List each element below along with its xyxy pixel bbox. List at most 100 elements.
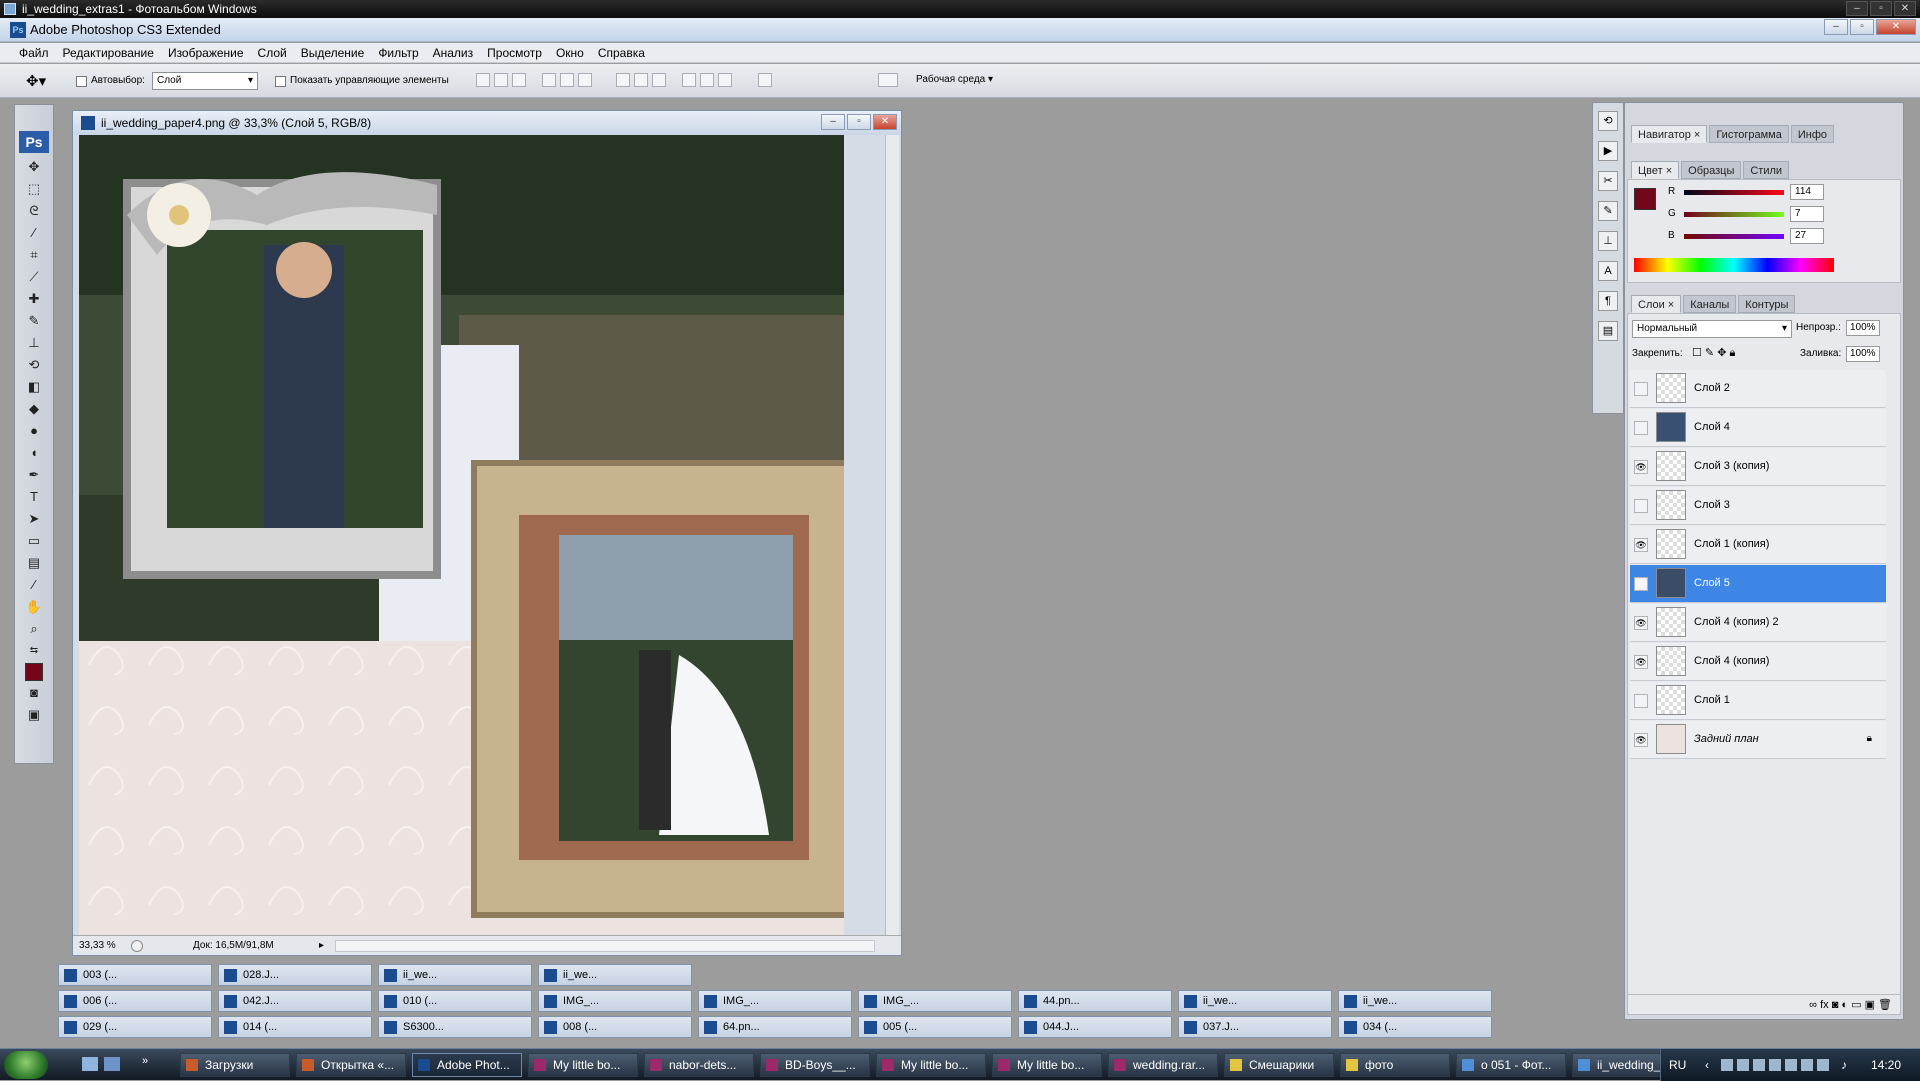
taskbar-item[interactable]: BD-Boys__... xyxy=(760,1053,870,1077)
tray-expand-icon[interactable]: ‹ xyxy=(1705,1049,1709,1081)
b-value[interactable]: 27 xyxy=(1790,228,1824,244)
dodge-tool-icon[interactable]: ◖ xyxy=(23,443,45,463)
lasso-tool-icon[interactable]: ᘓ xyxy=(23,201,45,221)
color-foreground-swatch[interactable] xyxy=(1634,188,1656,210)
healing-brush-icon[interactable]: ✚ xyxy=(23,289,45,309)
move-tool-icon[interactable]: ✥ xyxy=(23,157,45,177)
marquee-tool-icon[interactable]: ⬚ xyxy=(23,179,45,199)
os-close-button[interactable]: ✕ xyxy=(1894,1,1916,16)
quicklaunch-more-icon[interactable]: » xyxy=(142,1055,148,1067)
magic-wand-tool-icon[interactable]: ⁄ xyxy=(23,223,45,243)
opacity-input[interactable]: 100% xyxy=(1846,320,1880,336)
history-panel-icon[interactable]: ⟲ xyxy=(1598,111,1618,131)
zoom-level[interactable]: 33,33 % xyxy=(79,936,116,956)
new-layer-icon[interactable]: ▣ xyxy=(1865,999,1878,1011)
doc-tab[interactable]: 029 (... xyxy=(58,1016,212,1038)
tray-icons[interactable] xyxy=(1721,1059,1831,1071)
align-left-icon[interactable] xyxy=(542,73,556,87)
align-hcenter-icon[interactable] xyxy=(560,73,574,87)
taskbar-item[interactable]: wedding.rar... xyxy=(1108,1053,1218,1077)
swap-colors-icon[interactable]: ⇆ xyxy=(23,641,45,661)
taskbar-item[interactable]: Загрузки xyxy=(180,1053,290,1077)
clone-stamp-icon[interactable]: ⊥ xyxy=(23,333,45,353)
doc-tab[interactable]: 014 (... xyxy=(218,1016,372,1038)
tool-presets-icon[interactable]: ✂ xyxy=(1598,171,1618,191)
doc-tab[interactable]: 042.J... xyxy=(218,990,372,1012)
zoom-tool-icon[interactable]: ⌕ xyxy=(23,619,45,639)
distribute-top-icon[interactable] xyxy=(616,73,630,87)
layer-row[interactable]: Слой 4 xyxy=(1630,409,1886,447)
tab-histogram[interactable]: Гистограмма xyxy=(1709,125,1789,143)
actions-panel-icon[interactable]: ▶ xyxy=(1598,141,1618,161)
taskbar-item[interactable]: о 051 - Фот... xyxy=(1456,1053,1566,1077)
distribute-vcenter-icon[interactable] xyxy=(634,73,648,87)
adjustment-layer-icon[interactable]: ◐ xyxy=(1841,999,1851,1011)
eye-icon[interactable]: 👁︎ xyxy=(1634,733,1648,747)
app-close-button[interactable]: ✕ xyxy=(1876,19,1916,35)
delete-layer-icon[interactable]: 🗑︎ xyxy=(1878,999,1892,1011)
menu-image[interactable]: Изображение xyxy=(161,46,251,60)
os-minimize-button[interactable]: – xyxy=(1846,1,1868,16)
taskbar-item[interactable]: My little bo... xyxy=(876,1053,986,1077)
menu-filter[interactable]: Фильтр xyxy=(371,46,425,60)
horizontal-scrollbar[interactable] xyxy=(335,940,875,952)
layer-row[interactable]: 👁︎ Задний план 🔒︎ xyxy=(1630,721,1886,759)
auto-align-icon[interactable] xyxy=(758,73,772,87)
doc-tab[interactable]: IMG_... xyxy=(538,990,692,1012)
eye-icon[interactable]: 👁︎ xyxy=(1634,460,1648,474)
doc-tab[interactable]: 028.J... xyxy=(218,964,372,986)
menu-help[interactable]: Справка xyxy=(591,46,652,60)
add-mask-icon[interactable]: ◙ xyxy=(1832,999,1839,1011)
distribute-hcenter-icon[interactable] xyxy=(700,73,714,87)
move-tool-preset-icon[interactable]: ✥▾ xyxy=(26,72,46,90)
notes-tool-icon[interactable]: ▤ xyxy=(23,553,45,573)
hand-tool-icon[interactable]: ✋ xyxy=(23,597,45,617)
switch-windows-icon[interactable] xyxy=(104,1057,120,1071)
r-slider[interactable] xyxy=(1684,190,1784,195)
lock-icons[interactable]: ☐ ✎ ✥ 🔒︎ xyxy=(1692,346,1735,360)
bridge-icon[interactable] xyxy=(878,73,898,87)
doc-tab[interactable]: 034 (... xyxy=(1338,1016,1492,1038)
history-brush-icon[interactable]: ⟲ xyxy=(23,355,45,375)
volume-icon[interactable]: ♪ xyxy=(1841,1049,1847,1081)
show-controls-checkbox[interactable] xyxy=(275,75,286,87)
crop-tool-icon[interactable]: ⌗ xyxy=(23,245,45,265)
eye-icon[interactable]: 👁︎ xyxy=(1634,616,1648,630)
paragraph-panel-icon[interactable]: ¶ xyxy=(1598,291,1618,311)
align-bottom-icon[interactable] xyxy=(512,73,526,87)
menu-file[interactable]: Файл xyxy=(12,46,56,60)
doc-tab[interactable]: 006 (... xyxy=(58,990,212,1012)
brush-tool-icon[interactable]: ✎ xyxy=(23,311,45,331)
doc-tab[interactable]: S6300... xyxy=(378,1016,532,1038)
visibility-toggle[interactable] xyxy=(1634,694,1648,708)
layer-row[interactable]: Слой 3 xyxy=(1630,487,1886,525)
image-canvas[interactable] xyxy=(79,135,844,935)
tab-swatches[interactable]: Образцы xyxy=(1681,161,1742,179)
eraser-tool-icon[interactable]: ◧ xyxy=(23,377,45,397)
quick-mask-icon[interactable]: ◙ xyxy=(23,683,45,703)
taskbar-item[interactable]: фото xyxy=(1340,1053,1450,1077)
tab-channels[interactable]: Каналы xyxy=(1683,295,1737,313)
tab-info[interactable]: Инфо xyxy=(1790,125,1835,143)
layer-row[interactable]: 👁︎ Слой 1 (копия) xyxy=(1630,526,1886,564)
g-slider[interactable] xyxy=(1684,212,1784,217)
menu-analysis[interactable]: Анализ xyxy=(426,46,481,60)
doc-tab[interactable]: 64.pn... xyxy=(698,1016,852,1038)
taskbar-item[interactable]: My little bo... xyxy=(528,1053,638,1077)
layer-row[interactable]: Слой 1 xyxy=(1630,682,1886,720)
layer-row[interactable]: 👁︎ Слой 4 (копия) xyxy=(1630,643,1886,681)
doc-tab[interactable]: ii_we... xyxy=(1338,990,1492,1012)
shape-tool-icon[interactable]: ▭ xyxy=(23,531,45,551)
doc-minimize-button[interactable]: – xyxy=(821,114,845,130)
doc-tab[interactable]: 005 (... xyxy=(858,1016,1012,1038)
language-indicator[interactable]: RU xyxy=(1669,1049,1686,1081)
workspace-menu[interactable]: Рабочая среда ▾ xyxy=(916,74,993,85)
eye-icon[interactable]: 👁︎ xyxy=(1634,577,1648,591)
doc-tab[interactable]: 010 (... xyxy=(378,990,532,1012)
layer-row[interactable]: Слой 2 xyxy=(1630,370,1886,408)
visibility-toggle[interactable] xyxy=(1634,499,1648,513)
tab-layers[interactable]: Слои × xyxy=(1631,295,1682,313)
screen-mode-icon[interactable]: ▣ xyxy=(23,705,45,725)
g-value[interactable]: 7 xyxy=(1790,206,1824,222)
status-menu-arrow-icon[interactable]: ▸ xyxy=(319,936,324,956)
